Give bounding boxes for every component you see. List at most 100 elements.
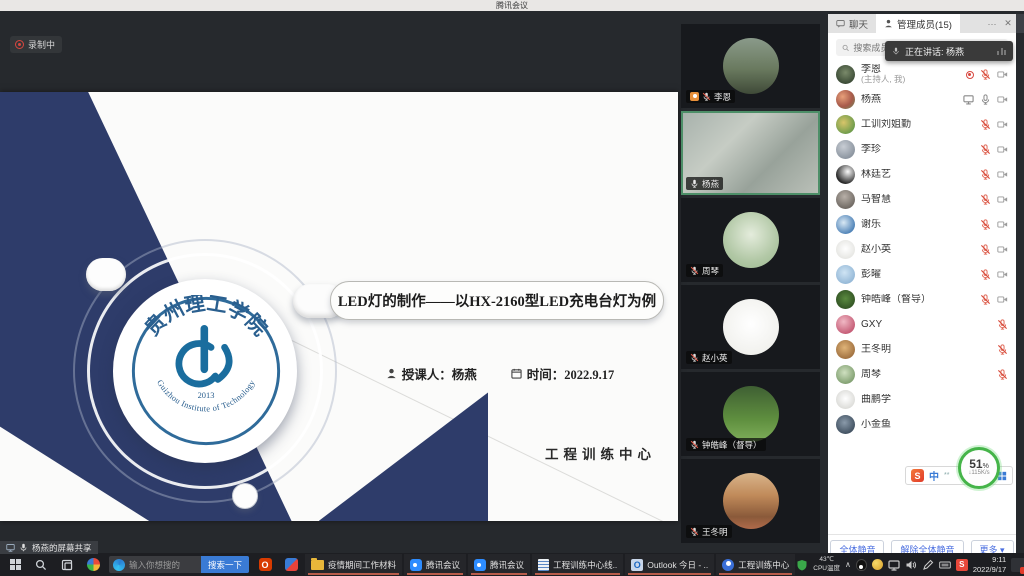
member-row[interactable]: 周琴 <box>836 362 1008 387</box>
member-mic-muted-icon[interactable] <box>997 319 1008 330</box>
video-tile[interactable]: 钟皓峰（督导） <box>681 372 820 456</box>
member-row[interactable]: 彭曜 <box>836 262 1008 287</box>
taskbar-app-label: 腾讯会议 <box>490 559 524 571</box>
member-row[interactable]: GXY <box>836 312 1008 337</box>
member-mic-muted-icon[interactable] <box>997 344 1008 355</box>
taskbar-app[interactable]: 腾讯会议 <box>404 554 466 575</box>
taskbar-app[interactable]: 腾讯会议 <box>468 554 530 575</box>
video-tile[interactable]: 周琴 <box>681 198 820 282</box>
screen-share-badge[interactable]: 杨燕的屏幕共享 <box>0 541 98 554</box>
running-indicator <box>471 573 527 575</box>
tab-chat[interactable]: 聊天 <box>828 14 876 33</box>
member-mic-muted-icon[interactable] <box>980 219 991 230</box>
tile-name-label: 李恩 <box>686 90 735 103</box>
member-mic-muted-icon[interactable] <box>980 144 991 155</box>
pen-icon[interactable] <box>922 559 934 571</box>
participant-name: 杨燕 <box>702 178 719 190</box>
member-row[interactable]: 谢乐 <box>836 212 1008 237</box>
taskbar-search-button[interactable] <box>28 553 54 576</box>
video-tile[interactable]: 赵小英 <box>681 285 820 369</box>
member-mic-muted-icon[interactable] <box>980 69 991 80</box>
member-row[interactable]: 王冬明 <box>836 337 1008 362</box>
recording-badge[interactable]: 录制中 <box>10 36 62 53</box>
video-tile[interactable]: 杨燕 <box>681 111 820 195</box>
office-button[interactable]: O <box>252 553 278 576</box>
member-row[interactable]: 马智慧 <box>836 187 1008 212</box>
web-search-placeholder: 输入你想搜的 <box>129 559 201 571</box>
member-camera-icon[interactable] <box>997 244 1008 255</box>
time-item: 时间：2022.9.17 <box>511 364 615 383</box>
display-icon[interactable] <box>888 559 900 571</box>
start-button[interactable] <box>2 553 28 576</box>
volume-icon[interactable] <box>905 559 917 571</box>
member-mic-muted-icon[interactable] <box>980 194 991 205</box>
member-row[interactable]: 李珍 <box>836 137 1008 162</box>
shield-icon[interactable] <box>796 559 808 571</box>
member-camera-icon[interactable] <box>997 294 1008 305</box>
member-row[interactable]: 曲鹏学 <box>836 387 1008 412</box>
member-mic-muted-icon[interactable] <box>980 169 991 180</box>
notification-badge-icon[interactable] <box>1011 558 1024 572</box>
speaking-mic-icon <box>892 46 900 56</box>
member-mic-muted-icon[interactable] <box>980 119 991 130</box>
tile-name-label: 周琴 <box>686 264 723 277</box>
coin-icon[interactable] <box>872 559 883 570</box>
sogou-tray-icon[interactable]: S <box>956 559 968 571</box>
time-label: 时间：2022.9.17 <box>527 364 615 383</box>
member-role: (主持人, 我) <box>861 75 905 85</box>
member-camera-icon[interactable] <box>997 119 1008 130</box>
ime-mode-toggle[interactable]: 中 <box>929 468 939 483</box>
keyboard-icon[interactable] <box>939 559 951 571</box>
taskbar-app[interactable]: 工程训练中心 <box>716 554 795 575</box>
panel-close-button[interactable]: ✕ <box>1000 14 1016 33</box>
windows-logo-icon <box>10 559 21 570</box>
member-row[interactable]: 林廷艺 <box>836 162 1008 187</box>
taskbar-app[interactable]: O Outlook 今日 - .. <box>625 554 714 575</box>
qq-icon[interactable] <box>856 559 867 571</box>
taskbar-app[interactable]: 工程训练中心线.. <box>532 554 623 575</box>
member-mic-on-icon[interactable] <box>980 94 991 105</box>
browser-360-button[interactable] <box>80 553 106 576</box>
member-camera-icon[interactable] <box>997 169 1008 180</box>
member-camera-icon[interactable] <box>997 144 1008 155</box>
member-camera-icon[interactable] <box>997 194 1008 205</box>
university-seal: 贵州理工学院 Guizhou Institute of Technology 2… <box>130 295 282 447</box>
video-tile[interactable]: 李恩 <box>681 24 820 108</box>
training-center-icon <box>722 559 734 571</box>
member-row[interactable]: 工训刘姐勤 <box>836 112 1008 137</box>
cpu-temp[interactable]: 43℃ CPU温度 <box>813 556 840 572</box>
tab-members[interactable]: 管理成员(15) <box>876 14 960 33</box>
taskbar-app[interactable]: 疫情期间工作材料 <box>305 554 402 575</box>
member-mic-muted-icon[interactable] <box>997 369 1008 380</box>
pinned-app-button[interactable] <box>278 553 304 576</box>
tray-expand-caret[interactable]: ∧ <box>845 560 851 569</box>
web-search-button[interactable]: 搜索一下 <box>201 556 249 573</box>
taskbar-web-search[interactable]: 输入你想搜的 搜索一下 <box>109 556 249 573</box>
member-row[interactable]: 钟皓峰（督导） <box>836 287 1008 312</box>
cpu-gauge[interactable]: 51% ↓115K/s <box>958 447 1000 489</box>
panel-edge-strip <box>1016 14 1024 563</box>
member-row[interactable]: 赵小英 <box>836 237 1008 262</box>
member-name: 谢乐 <box>861 219 881 231</box>
video-tile[interactable]: 王冬明 <box>681 459 820 543</box>
tray-clock[interactable]: 9:11 2022/9/17 <box>973 555 1006 575</box>
member-row[interactable]: 小金鱼 <box>836 412 1008 437</box>
member-camera-icon[interactable] <box>997 269 1008 280</box>
member-avatar <box>836 115 855 134</box>
sogou-icon[interactable]: S <box>911 469 924 482</box>
mic-muted-icon <box>702 92 711 101</box>
member-mic-muted-icon[interactable] <box>980 244 991 255</box>
member-name: 林廷艺 <box>861 169 891 181</box>
member-camera-icon[interactable] <box>997 69 1008 80</box>
member-mic-muted-icon[interactable] <box>980 294 991 305</box>
member-camera-icon[interactable] <box>997 94 1008 105</box>
member-row[interactable]: 杨燕 <box>836 87 1008 112</box>
member-mic-muted-icon[interactable] <box>980 269 991 280</box>
clock-date: 2022/9/17 <box>973 565 1006 575</box>
mic-muted-icon <box>690 353 699 362</box>
member-camera-icon[interactable] <box>997 219 1008 230</box>
panel-more-button[interactable]: ··· <box>984 14 1000 33</box>
task-view-button[interactable] <box>54 553 80 576</box>
member-row[interactable]: 李恩 (主持人, 我) <box>836 62 1008 87</box>
slide-footer: 工程训练中心 <box>545 443 656 463</box>
